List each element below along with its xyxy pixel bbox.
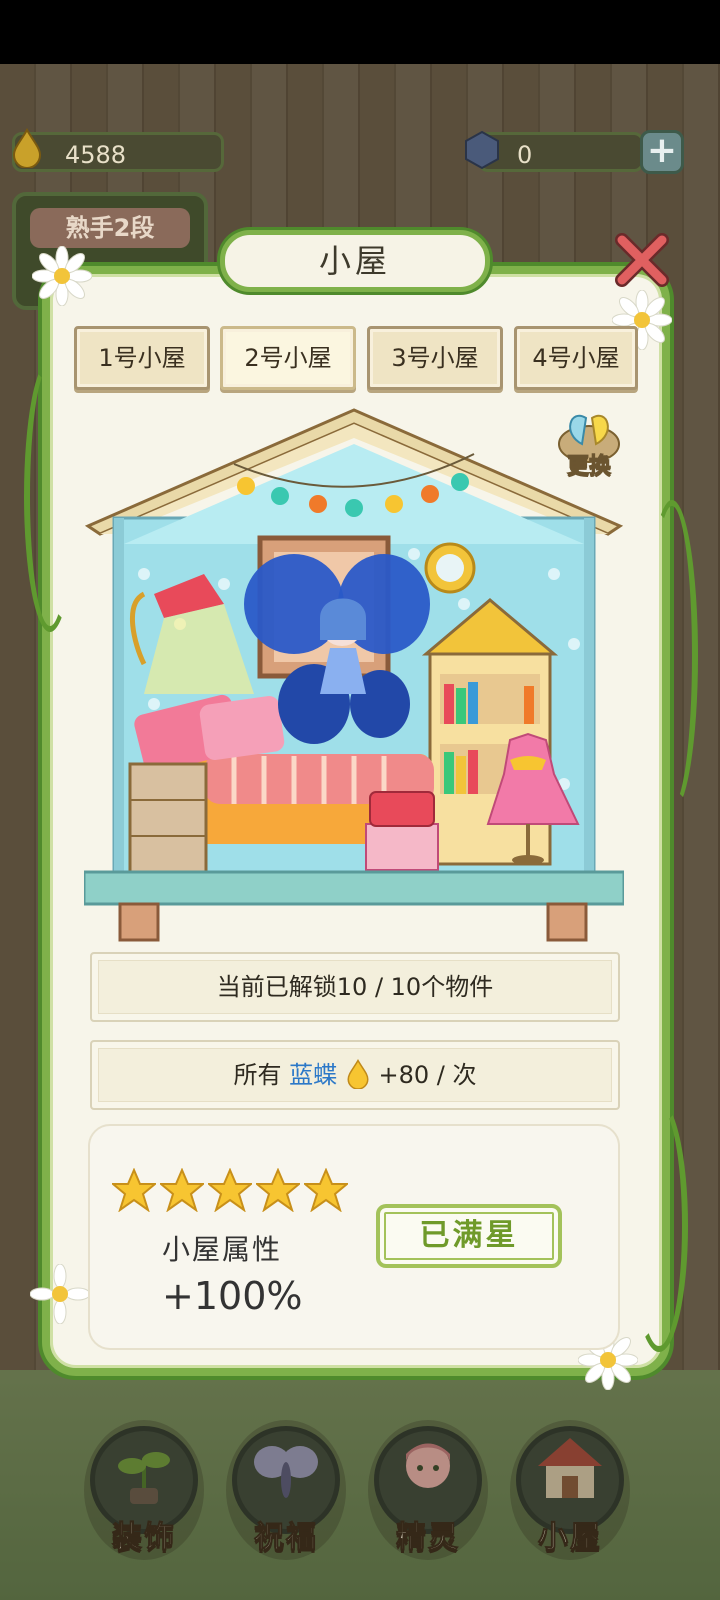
drop-icon bbox=[12, 128, 42, 168]
max-stars-button[interactable]: 已满星 bbox=[376, 1204, 562, 1268]
gems-counter: 0 bbox=[478, 132, 644, 172]
level-label: 熟手2段 bbox=[30, 208, 190, 248]
nav-blessing-button[interactable]: 祝福 bbox=[226, 1420, 346, 1560]
close-icon[interactable] bbox=[612, 230, 672, 290]
nav-cabin-button[interactable]: 小屋 bbox=[510, 1420, 630, 1560]
bonus-highlight: 蓝蝶 bbox=[289, 1061, 338, 1089]
attribute-label: 小屋属性 bbox=[162, 1233, 283, 1266]
tab-cabin-3[interactable]: 3号小屋 bbox=[367, 326, 503, 390]
gems-value: 0 bbox=[517, 141, 533, 169]
vine-decoration bbox=[646, 500, 698, 812]
drops-value: 4588 bbox=[65, 141, 127, 169]
drop-icon bbox=[347, 1059, 369, 1090]
tab-cabin-4[interactable]: 4号小屋 bbox=[514, 326, 638, 390]
butterfly-bonus-text: 所有 蓝蝶 +80 / 次 bbox=[90, 1040, 620, 1110]
attribute-value: +100% bbox=[162, 1274, 303, 1318]
nav-decorate-button[interactable]: 装饰 bbox=[84, 1420, 204, 1560]
swap-label: 更换 bbox=[566, 454, 611, 480]
star-icon bbox=[160, 1168, 204, 1212]
add-gems-button[interactable]: + bbox=[640, 130, 684, 174]
vine-decoration bbox=[24, 360, 76, 632]
star-icon bbox=[256, 1168, 300, 1212]
vine-decoration bbox=[630, 1100, 688, 1352]
panel-title: 小屋 bbox=[220, 230, 490, 292]
status-bar bbox=[0, 0, 720, 64]
gem-icon bbox=[465, 130, 499, 170]
unlock-progress-text: 当前已解锁10 / 10个物件 bbox=[90, 952, 620, 1022]
star-icon bbox=[304, 1168, 348, 1212]
daisy-decoration-icon bbox=[30, 1264, 90, 1324]
daisy-decoration-icon bbox=[32, 246, 92, 306]
cabin-illustration bbox=[84, 408, 624, 942]
tab-cabin-1[interactable]: 1号小屋 bbox=[74, 326, 210, 390]
star-rating bbox=[112, 1168, 348, 1212]
tab-cabin-2[interactable]: 2号小屋 bbox=[220, 326, 356, 390]
star-icon bbox=[208, 1168, 252, 1212]
bonus-prefix: 所有 bbox=[233, 1061, 282, 1089]
swap-button[interactable]: 更换 bbox=[552, 404, 626, 482]
star-icon bbox=[112, 1168, 156, 1212]
nav-spirit-button[interactable]: 精灵 bbox=[368, 1420, 488, 1560]
bonus-suffix: +80 / 次 bbox=[378, 1061, 477, 1089]
cabin-attribute-card: 小屋属性 +100% 已满星 bbox=[88, 1124, 620, 1350]
